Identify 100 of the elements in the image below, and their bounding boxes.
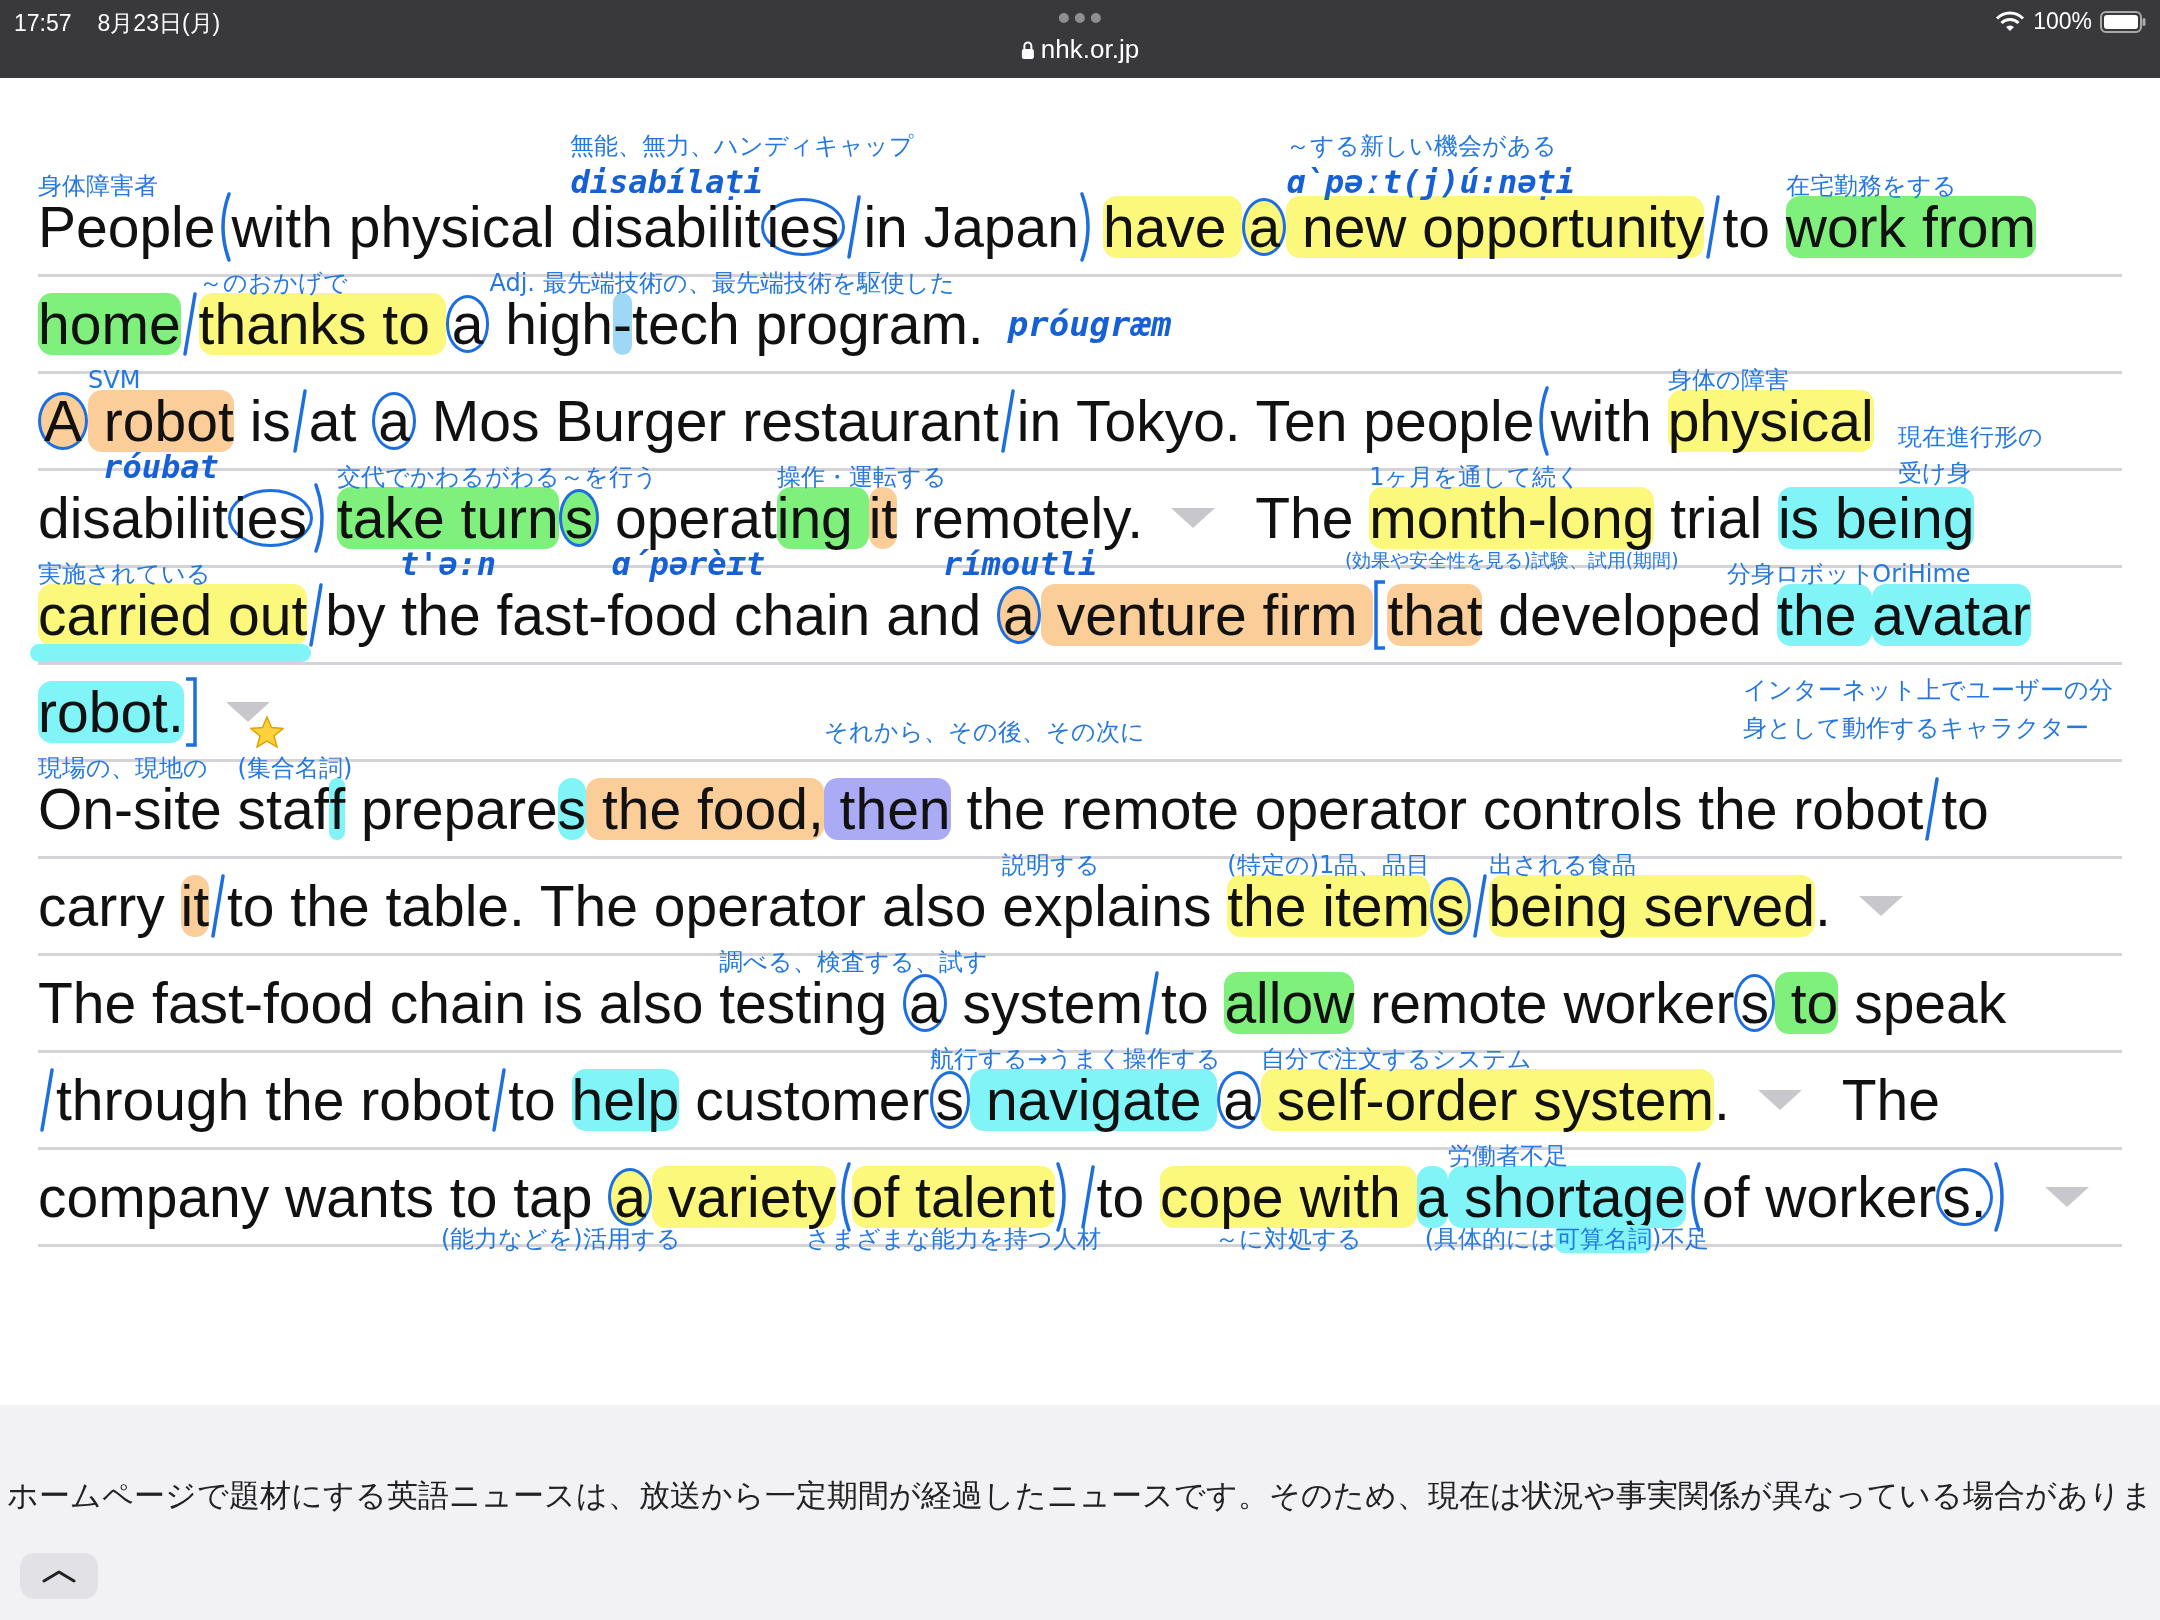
dropdown-triangle-icon bbox=[1757, 1090, 1802, 1110]
gloss-note: インターネット上でユーザーの分身として動作するキャラクター bbox=[1742, 675, 2114, 744]
slash-mark bbox=[490, 1068, 509, 1132]
passage-text: with physical bbox=[231, 196, 556, 258]
battery-percent: 100% bbox=[2033, 8, 2092, 35]
bracket-mark bbox=[1373, 580, 1388, 650]
passage-text: disabilit bbox=[38, 487, 229, 549]
slash-mark bbox=[209, 874, 227, 938]
pronunciation-note: t'ə:n bbox=[399, 546, 496, 582]
passage-text: remote worker bbox=[1369, 972, 1735, 1034]
highlighted-text: it bbox=[868, 487, 898, 549]
gloss-note: 調べる、検査する、試す bbox=[719, 948, 989, 977]
passage-text: to bbox=[1161, 972, 1210, 1034]
dropdown-triangle-icon bbox=[225, 702, 270, 722]
highlighted-text: robot. bbox=[38, 681, 184, 743]
bracket-mark bbox=[183, 677, 198, 747]
slash-mark bbox=[307, 583, 326, 647]
passage-text: by the fast-food chain and bbox=[325, 584, 983, 646]
highlighted-text: the food, bbox=[586, 778, 824, 840]
passage-text: The bbox=[1255, 487, 1355, 549]
passage-text: . bbox=[1814, 875, 1831, 937]
slash-mark bbox=[998, 389, 1017, 453]
pronunciation-note: rímoutli bbox=[943, 546, 1098, 582]
passage-text: customer bbox=[694, 1069, 930, 1131]
pronunciation-note: próugræm bbox=[1007, 303, 1172, 346]
gloss-note: 身体障害者 bbox=[38, 172, 158, 201]
highlighted-text: of talent bbox=[851, 1166, 1055, 1228]
gloss-note: 無能、無力、ハンディキャップ bbox=[570, 132, 915, 161]
circled-text: a bbox=[1242, 198, 1287, 256]
highlighted-text: have bbox=[1102, 196, 1243, 258]
circled-text: a bbox=[372, 392, 416, 450]
circled-text: a bbox=[903, 974, 947, 1032]
clock-time: 17:57 bbox=[14, 10, 72, 37]
highlighted-text: robot bbox=[88, 390, 234, 452]
star-icon bbox=[249, 716, 284, 748]
highlighted-text: home bbox=[38, 293, 181, 355]
circled-text: s bbox=[558, 489, 600, 547]
passage-text: speak bbox=[1853, 972, 2007, 1034]
gloss-note: (効果や安全性を見る)試験、試用(期間) bbox=[1344, 549, 1679, 573]
battery-icon bbox=[2100, 10, 2146, 33]
circled-text: A bbox=[38, 392, 89, 450]
passage-text: The bbox=[1841, 1069, 1940, 1131]
slash-mark bbox=[1704, 195, 1723, 259]
slash-mark bbox=[1143, 971, 1162, 1035]
passage-text: . bbox=[1713, 1069, 1730, 1131]
highlighted-text: - bbox=[613, 293, 633, 355]
date-text: 8月23日(月) bbox=[97, 9, 221, 38]
slash-mark bbox=[1078, 1165, 1097, 1229]
highlighted-text: that bbox=[1387, 584, 1483, 646]
pronunciation-note: disabílaṭi bbox=[570, 164, 764, 201]
highlighted-text: venture firm bbox=[1040, 584, 1374, 646]
passage-text: Mos Burger restaurant bbox=[430, 390, 999, 452]
pronunciation-note: róubat bbox=[103, 449, 219, 485]
gloss-note: ～する新しい機会がある bbox=[1286, 132, 1558, 161]
highlighted-text: s bbox=[557, 778, 587, 840]
passage-text: of worker bbox=[1701, 1166, 1937, 1228]
highlighted-text: navigate bbox=[970, 1069, 1218, 1131]
slash-mark bbox=[845, 195, 864, 259]
circled-text: a bbox=[445, 295, 490, 353]
wifi-icon bbox=[1995, 10, 2026, 33]
circled-text: s bbox=[1430, 877, 1471, 935]
gloss-note: 現場の、現地の bbox=[38, 754, 208, 783]
scroll-top-button[interactable] bbox=[20, 1553, 98, 1599]
notice-text: ホームページで題材にする英語ニュースは、放送から一定期間が経過したニュースです。そのため、現在は状況や事実関係が異なっている場合がありま bbox=[6, 1477, 2154, 1515]
highlighted-text: it bbox=[180, 875, 209, 937]
url-text: nhk.or.jp bbox=[1040, 34, 1140, 65]
slash-mark bbox=[1923, 777, 1942, 841]
slash-mark bbox=[290, 389, 309, 453]
passage-text: to bbox=[1096, 1166, 1146, 1228]
chevron-up-icon bbox=[42, 1569, 76, 1583]
passage-text: at bbox=[308, 390, 358, 452]
lock-icon bbox=[1020, 40, 1035, 59]
slash-mark bbox=[38, 1068, 56, 1132]
highlighted-text: the bbox=[1777, 584, 1873, 646]
passage-text: prepare bbox=[360, 778, 558, 840]
circled-text: s. bbox=[1936, 1168, 1993, 1226]
circled-text: ies bbox=[760, 198, 846, 256]
highlighted-text: is being bbox=[1777, 487, 1975, 549]
highlighted-text: to bbox=[1774, 972, 1839, 1034]
dropdown-triangle-icon bbox=[1171, 508, 1216, 528]
passage-text: in Japan bbox=[863, 196, 1079, 258]
passage-text: through the robot bbox=[56, 1069, 491, 1131]
passage-text: to bbox=[508, 1069, 557, 1131]
gloss-note: 説明する bbox=[1002, 851, 1101, 880]
passage-text: the remote operator controls the robot bbox=[965, 778, 1924, 840]
passage-text: trial bbox=[1669, 487, 1764, 549]
passage-text: to bbox=[1722, 196, 1771, 258]
passage-text: to the table. The operator also bbox=[227, 875, 988, 937]
passage-text: in Tokyo. Ten people bbox=[1016, 390, 1535, 452]
circled-text: ies bbox=[228, 489, 313, 547]
passage-text: with bbox=[1550, 390, 1653, 452]
slash-mark bbox=[180, 292, 199, 356]
more-dots-icon bbox=[1058, 12, 1102, 24]
passage-text: company wants to bbox=[38, 1166, 499, 1228]
passage-text: tap bbox=[513, 1166, 593, 1228]
gloss-note: それから、その後、その次に bbox=[823, 718, 1145, 747]
slash-mark bbox=[1470, 874, 1489, 938]
highlighted-text: then bbox=[823, 778, 951, 840]
circled-text: a bbox=[608, 1168, 652, 1226]
highlighted-text: avatar bbox=[1872, 584, 2031, 646]
